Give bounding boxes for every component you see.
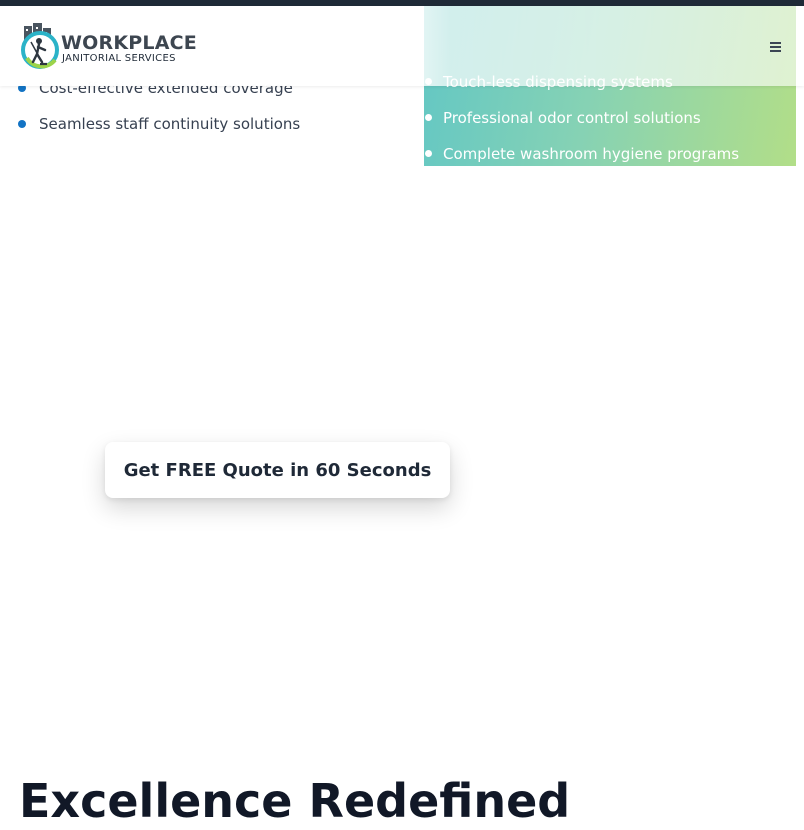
list-item-text: Professional odor control solutions: [443, 109, 701, 127]
list-item-text: Seamless staff continuity solutions: [39, 115, 301, 133]
section-heading: Excellence Redefined: [19, 774, 571, 828]
site-header: WORKPLACE JANITORIAL SERVICES: [0, 6, 804, 86]
hamburger-menu-icon[interactable]: [762, 34, 790, 60]
list-item: Complete washroom hygiene programs: [424, 140, 739, 176]
get-quote-button[interactable]: Get FREE Quote in 60 Seconds: [105, 442, 450, 498]
bullet-dot-icon: [18, 120, 26, 128]
bullet-dot-icon: [425, 150, 432, 157]
brand-name: WORKPLACE: [61, 32, 197, 54]
list-item: Seamless staff continuity solutions: [18, 98, 300, 134]
list-item: Professional odor control solutions: [424, 104, 739, 140]
list-item-text: Complete washroom hygiene programs: [443, 145, 740, 163]
brand-logo-link[interactable]: WORKPLACE JANITORIAL SERVICES: [20, 22, 200, 72]
janitor-logo-icon: [21, 23, 59, 69]
brand-tagline: JANITORIAL SERVICES: [62, 53, 176, 64]
bullet-dot-icon: [425, 114, 432, 121]
